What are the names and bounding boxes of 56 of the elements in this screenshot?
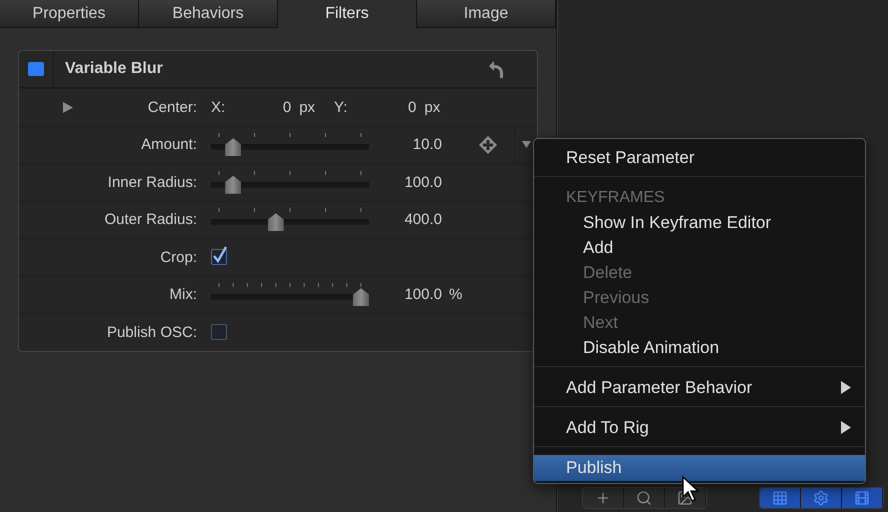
tab[interactable]: Image — [417, 0, 556, 28]
slider-thumb[interactable] — [225, 176, 242, 194]
film-button[interactable] — [842, 488, 883, 508]
gear-icon — [813, 490, 829, 506]
film-icon — [854, 490, 870, 506]
tab[interactable]: Behaviors — [139, 0, 278, 28]
x-label: X: — [211, 98, 226, 116]
y-value[interactable]: 0 — [347, 98, 416, 116]
value-field[interactable]: 100.0 — [369, 174, 442, 191]
slider-thumb[interactable] — [225, 138, 242, 156]
menu-item[interactable]: Show In Keyframe Editor — [534, 210, 865, 235]
parameter-label: Publish OSC: — [106, 324, 197, 341]
parameter-label: Crop: — [160, 248, 197, 266]
settings-button[interactable] — [801, 488, 842, 508]
submenu-arrow-icon — [841, 381, 851, 394]
reset-icon[interactable] — [489, 60, 503, 78]
parameter-label: Mix: — [170, 286, 197, 304]
value-field[interactable]: 400.0 — [369, 211, 442, 228]
tab[interactable]: Filters — [278, 0, 417, 28]
menu-item[interactable]: Reset Parameter — [534, 145, 865, 170]
menu-item[interactable]: Add — [534, 235, 865, 260]
menu-item[interactable]: Publish — [534, 455, 865, 481]
parameter-label: Amount: — [141, 136, 197, 154]
slider-thumb[interactable] — [353, 288, 369, 306]
grid-icon — [772, 490, 788, 506]
tab[interactable]: Properties — [0, 0, 139, 28]
grid-button[interactable] — [760, 488, 801, 508]
submenu-arrow-icon — [841, 421, 851, 434]
parameter-label: Outer Radius: — [104, 211, 197, 228]
value-field[interactable]: 10.0 — [369, 136, 442, 154]
unit-label: px — [299, 98, 316, 116]
checkbox[interactable] — [211, 249, 227, 266]
caret-icon — [522, 141, 530, 148]
menu-section-header: KEYFRAMES — [565, 188, 666, 208]
plus-icon — [595, 490, 611, 506]
checkbox[interactable] — [211, 324, 227, 340]
y-label: Y: — [334, 98, 348, 116]
mouse-pointer-icon — [682, 476, 700, 502]
unit-label: px — [424, 98, 440, 116]
menu-item[interactable]: Disable Animation — [534, 335, 865, 360]
unit-label: % — [449, 286, 462, 304]
image-icon — [677, 490, 693, 506]
parameter-label: Center: — [148, 98, 197, 116]
menu-item[interactable]: Add To Rig — [534, 415, 865, 440]
menu-item[interactable]: Add Parameter Behavior — [534, 375, 865, 400]
disclosure-triangle-icon[interactable] — [63, 102, 73, 113]
value-field[interactable]: 100.0 — [369, 286, 442, 304]
add-button[interactable] — [583, 488, 624, 508]
parameter-label: Inner Radius: — [108, 174, 197, 191]
filter-title: Variable Blur — [65, 60, 164, 78]
keyframe-icon[interactable] — [478, 134, 498, 155]
search-icon — [636, 490, 652, 506]
enable-checkbox[interactable] — [28, 62, 44, 76]
x-value[interactable]: 0 — [225, 98, 292, 116]
search-button[interactable] — [624, 488, 665, 508]
slider-thumb[interactable] — [268, 213, 284, 232]
